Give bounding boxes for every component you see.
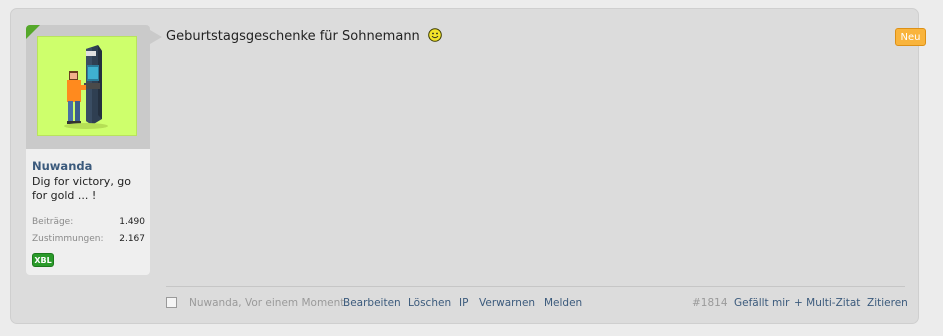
- select-post-checkbox[interactable]: [166, 297, 177, 308]
- post-number[interactable]: #1814: [692, 297, 728, 309]
- quote-link[interactable]: Zitieren: [867, 297, 908, 309]
- user-info: Nuwanda Dig for victory, go for gold ...…: [26, 25, 150, 275]
- message-text: Geburtstagsgeschenke für Sohnemann: [166, 28, 442, 44]
- stat-likes: Zustimmungen: 2.167: [32, 234, 145, 244]
- stat-posts: Beiträge: 1.490: [32, 217, 145, 227]
- arcade-avatar-icon: [64, 45, 108, 129]
- like-link[interactable]: Gefällt mir: [734, 297, 789, 309]
- online-indicator: [26, 25, 40, 39]
- report-link[interactable]: Melden: [544, 297, 582, 309]
- stat-likes-value: 2.167: [119, 234, 145, 244]
- delete-link[interactable]: Löschen: [408, 297, 451, 309]
- avatar[interactable]: [37, 36, 137, 136]
- xbl-badge[interactable]: XBL: [32, 253, 54, 267]
- user-details: Nuwanda Dig for victory, go for gold ...…: [26, 149, 150, 275]
- ip-link[interactable]: IP: [459, 297, 468, 309]
- message-body: Geburtstagsgeschenke für Sohnemann: [166, 29, 420, 44]
- multiquote-link[interactable]: + Multi-Zitat: [794, 297, 860, 309]
- stat-posts-label: Beiträge:: [32, 217, 74, 227]
- avatar-frame: [26, 25, 150, 149]
- post-container: Nuwanda Dig for victory, go for gold ...…: [10, 8, 926, 324]
- message-area: Geburtstagsgeschenke für Sohnemann Nuwan…: [162, 25, 908, 311]
- new-badge: Neu: [895, 28, 926, 46]
- stat-posts-value: 1.490: [119, 217, 145, 227]
- edit-link[interactable]: Bearbeiten: [343, 297, 401, 309]
- user-title: Dig for victory, go for gold ... !: [32, 175, 132, 202]
- username-link[interactable]: Nuwanda: [32, 159, 92, 173]
- smiley-icon: [428, 28, 442, 42]
- post-footer: Nuwanda, Vor einem Moment Bearbeiten Lös…: [166, 286, 908, 311]
- message-arrow: [150, 30, 162, 44]
- warn-link[interactable]: Verwarnen: [479, 297, 535, 309]
- post-meta[interactable]: Nuwanda, Vor einem Moment: [189, 297, 344, 309]
- stat-likes-label: Zustimmungen:: [32, 234, 104, 244]
